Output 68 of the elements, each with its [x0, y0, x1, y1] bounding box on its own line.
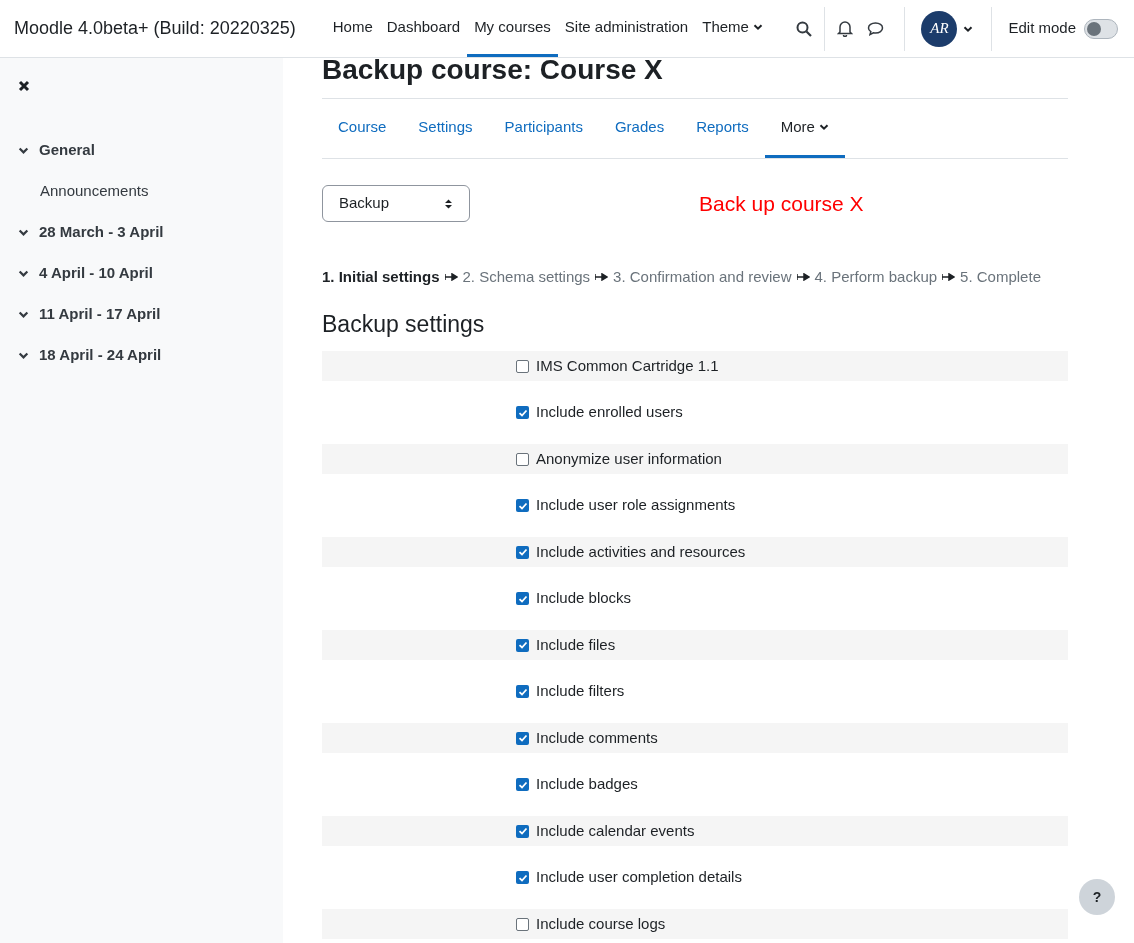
edit-mode-switch[interactable] [1084, 18, 1118, 39]
checkbox[interactable] [516, 638, 529, 652]
setting-checkbox-row[interactable]: Include calendar events [516, 819, 695, 843]
chevron-down-icon [18, 268, 29, 279]
section-heading: Backup settings [322, 309, 486, 339]
step-label: 4. Perform backup [814, 267, 938, 287]
action-select[interactable]: Backup [322, 185, 470, 222]
chevron-down-icon [18, 309, 29, 320]
setting-checkbox-row[interactable]: Include blocks [516, 587, 632, 610]
activity-link[interactable]: Announcements [0, 171, 283, 212]
checkbox[interactable] [516, 499, 529, 512]
chevron-down-icon [18, 227, 29, 238]
checkbox[interactable] [516, 917, 529, 931]
checkbox[interactable] [516, 545, 529, 559]
page-title: Backup course: Course X [322, 54, 1068, 99]
checkbox[interactable] [516, 406, 529, 419]
annotation-text: Back up course X [699, 190, 864, 217]
chevron-down-icon [18, 350, 29, 361]
bell-icon[interactable] [837, 20, 854, 37]
section-link[interactable]: 11 April - 17 April [0, 294, 283, 335]
step-label: 1. Initial settings [322, 267, 440, 287]
section-link[interactable]: 4 April - 10 April [0, 253, 283, 294]
chevron-down-icon [18, 145, 29, 156]
secondary-nav-tab[interactable]: More [764, 99, 845, 158]
secondary-nav-tab[interactable]: Reports [680, 99, 765, 158]
secondary-nav-tab[interactable]: Grades [598, 99, 681, 158]
checkbox[interactable] [516, 778, 529, 791]
nav-link[interactable]: Dashboard [379, 0, 468, 57]
setting-checkbox-row[interactable]: Include user role assignments [516, 494, 736, 517]
checkbox[interactable] [516, 685, 529, 698]
secondary-nav-tab[interactable]: Settings [402, 99, 489, 158]
user-avatar[interactable]: AR [921, 10, 958, 47]
secondary-nav-tab[interactable]: Participants [488, 99, 599, 158]
checkbox[interactable] [516, 731, 529, 745]
section-link[interactable]: General [0, 130, 283, 171]
search-icon[interactable] [796, 20, 813, 37]
setting-checkbox-row[interactable]: Include enrolled users [516, 401, 683, 424]
checkbox[interactable] [516, 359, 529, 373]
step-label: 2. Schema settings [462, 267, 591, 287]
chat-bubble-icon[interactable] [867, 21, 885, 36]
section-link[interactable]: 28 March - 3 April [0, 212, 283, 253]
checkbox[interactable] [516, 452, 529, 466]
setting-checkbox-row[interactable]: Include user completion details [516, 866, 742, 889]
help-button[interactable]: ? [1079, 879, 1115, 915]
checkbox[interactable] [516, 592, 529, 605]
setting-checkbox-row[interactable]: Include badges [516, 773, 638, 796]
nav-link[interactable]: Site administration [557, 0, 696, 57]
setting-checkbox-row[interactable]: Include comments [516, 726, 658, 750]
step-arrow-icon [444, 273, 458, 282]
close-icon[interactable] [18, 80, 30, 92]
step-arrow-icon [942, 273, 956, 282]
setting-checkbox-row[interactable]: Include filters [516, 680, 625, 703]
checkbox[interactable] [516, 871, 529, 884]
up-down-caret-icon [444, 197, 453, 210]
step-arrow-icon [796, 273, 810, 282]
nav-link[interactable]: Home [325, 0, 380, 57]
nav-link[interactable]: Theme [695, 0, 770, 57]
site-name[interactable]: Moodle 4.0beta+ (Build: 20220325) [14, 15, 296, 42]
step-label: 5. Complete [960, 267, 1041, 287]
setting-checkbox-row[interactable]: Include course logs [516, 912, 666, 936]
step-arrow-icon [595, 273, 609, 282]
nav-link[interactable]: My courses [467, 0, 558, 57]
step-label: 3. Confirmation and review [613, 267, 792, 287]
edit-mode-label: Edit mode [1008, 18, 1076, 39]
setting-checkbox-row[interactable]: Include files [516, 633, 616, 657]
secondary-nav-tab[interactable]: Course [322, 99, 403, 158]
checkbox[interactable] [516, 824, 529, 838]
section-link[interactable]: 18 April - 24 April [0, 335, 283, 376]
